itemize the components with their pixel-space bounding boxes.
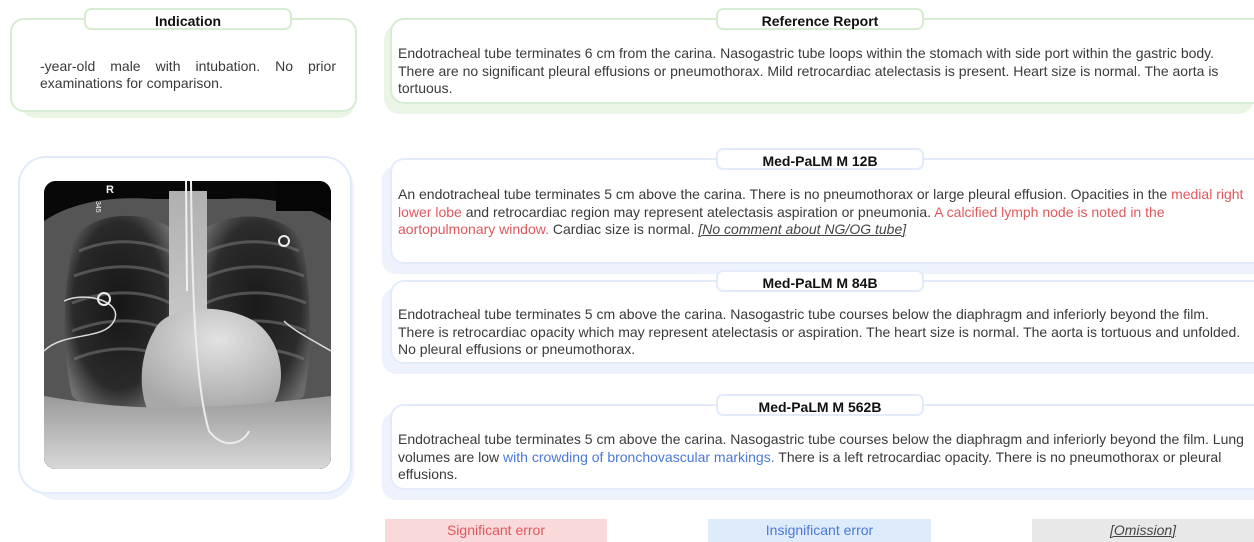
indication-text: -year-old male with intubation. No prior… bbox=[40, 58, 336, 91]
omission-text: [No comment about NG/OG tube] bbox=[698, 221, 907, 237]
model-84b-report: Endotracheal tube terminates 5 cm above … bbox=[398, 306, 1248, 359]
chest-xray-drawing: R 345 bbox=[44, 181, 331, 469]
reference-title: Reference Report bbox=[716, 8, 924, 30]
report-text: Endotracheal tube terminates 5 cm above … bbox=[398, 306, 1241, 357]
legend-significant-error: Significant error bbox=[385, 519, 607, 542]
indication-title: Indication bbox=[84, 8, 292, 30]
xray-number-marker: 345 bbox=[94, 201, 101, 213]
model-84b-title: Med-PaLM M 84B bbox=[716, 270, 924, 292]
report-text: An endotracheal tube terminates 5 cm abo… bbox=[398, 186, 1172, 202]
report-text: and retrocardiac region may represent at… bbox=[461, 203, 935, 220]
reference-text: Endotracheal tube terminates 6 cm from t… bbox=[398, 45, 1219, 96]
model-562b-title: Med-PaLM M 562B bbox=[716, 394, 924, 416]
model-12b-title: Med-PaLM M 12B bbox=[716, 148, 924, 170]
model-12b-report: An endotracheal tube terminates 5 cm abo… bbox=[398, 186, 1248, 239]
insignificant-error-text: with crowding of bronchovascular marking… bbox=[503, 448, 775, 465]
model-562b-report: Endotracheal tube terminates 5 cm above … bbox=[398, 431, 1248, 484]
legend-omission: [Omission] bbox=[1032, 519, 1254, 542]
xray-side-marker: R bbox=[106, 184, 114, 196]
chest-xray-image: R 345 bbox=[44, 181, 331, 469]
report-text: Cardiac size is normal. bbox=[548, 221, 699, 237]
legend-insignificant-error: Insignificant error bbox=[708, 519, 931, 542]
